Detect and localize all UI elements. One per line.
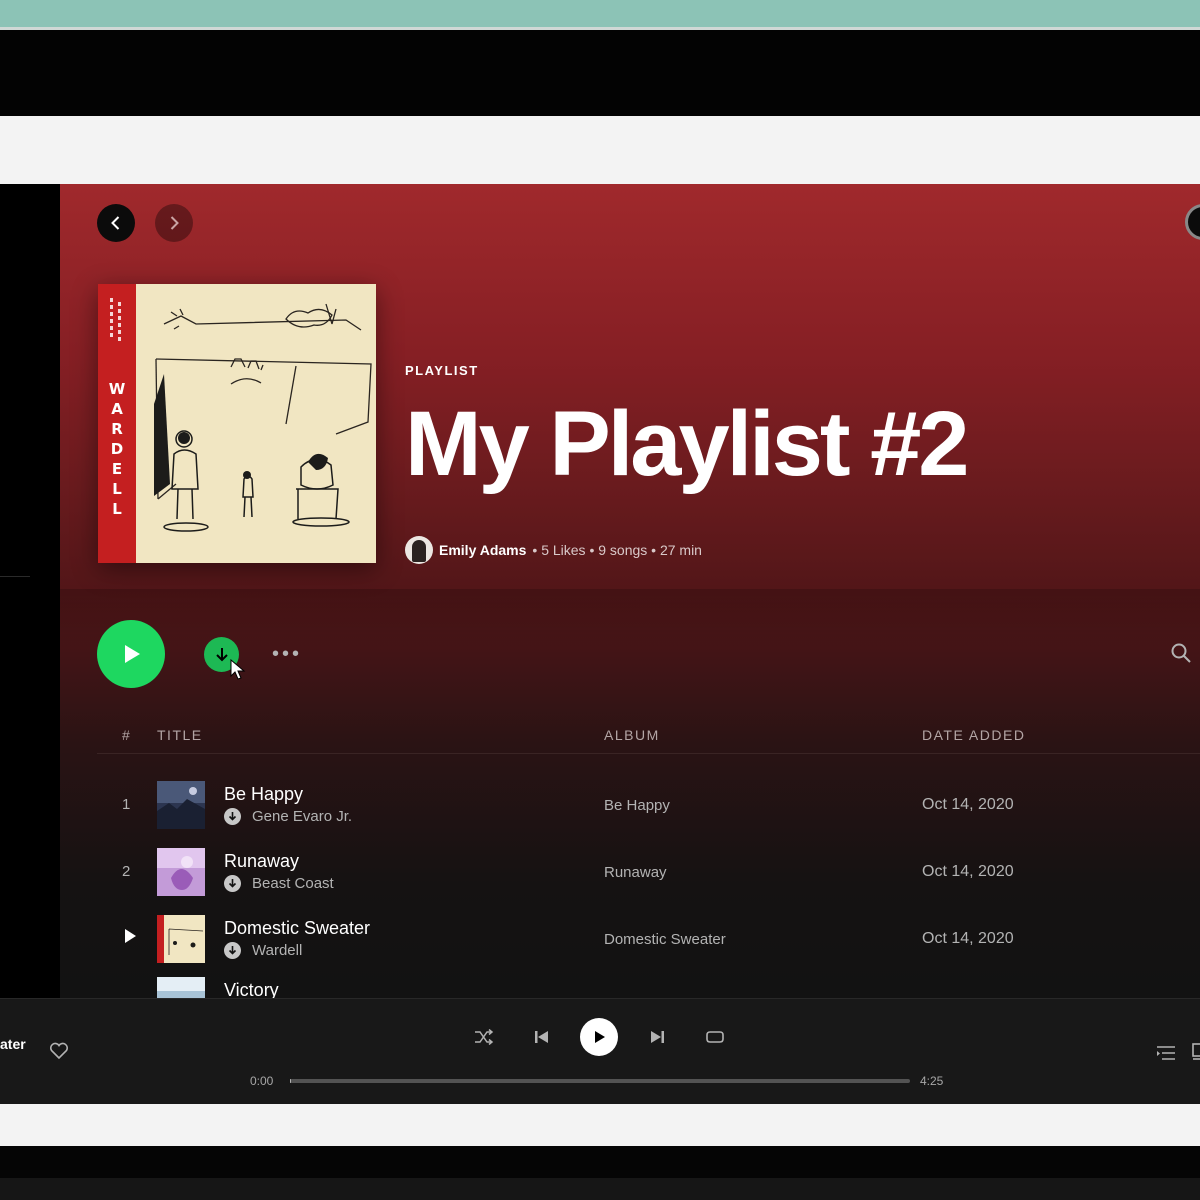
cover-small-print bbox=[110, 298, 121, 341]
column-title[interactable]: TITLE bbox=[157, 727, 203, 743]
track-row[interactable]: Victory bbox=[97, 970, 1200, 998]
downloaded-icon bbox=[224, 875, 241, 892]
cover-illustration bbox=[154, 303, 372, 532]
progress-fill bbox=[290, 1079, 292, 1083]
track-artist[interactable]: Gene Evaro Jr. bbox=[252, 808, 352, 825]
track-date-added: Oct 14, 2020 bbox=[922, 796, 1014, 813]
now-playing-title[interactable]: ater bbox=[0, 1036, 26, 1052]
time-total: 4:25 bbox=[920, 1074, 944, 1088]
track-album[interactable]: Domestic Sweater bbox=[604, 931, 726, 948]
more-options-button[interactable]: ••• bbox=[272, 644, 302, 664]
progress-bar[interactable] bbox=[290, 1079, 910, 1083]
track-album[interactable]: Be Happy bbox=[604, 797, 670, 814]
playlist-cover: WARDELL bbox=[98, 284, 376, 563]
chevron-left-icon bbox=[111, 216, 120, 230]
track-row[interactable]: Domestic Sweater Wardell Domestic Sweate… bbox=[97, 908, 1200, 968]
track-artist[interactable]: Beast Coast bbox=[252, 875, 334, 892]
track-number: 2 bbox=[122, 863, 131, 880]
playlist-view: WARDELL PLAYLIST My Playlist #2 Emily Ad… bbox=[60, 184, 1200, 998]
track-thumbnail bbox=[157, 915, 205, 963]
track-number: 1 bbox=[122, 796, 131, 813]
previous-icon[interactable] bbox=[533, 1029, 551, 1045]
track-album[interactable]: Runaway bbox=[604, 864, 667, 881]
track-title[interactable]: Be Happy bbox=[224, 784, 303, 805]
connect-device-icon[interactable] bbox=[1192, 1043, 1200, 1061]
owner-link[interactable]: Emily Adams bbox=[439, 542, 526, 558]
track-date-added: Oct 14, 2020 bbox=[922, 863, 1014, 880]
track-artist-line: Gene Evaro Jr. bbox=[224, 808, 352, 825]
next-icon[interactable] bbox=[648, 1029, 666, 1045]
download-icon bbox=[215, 647, 228, 661]
downloaded-icon bbox=[224, 942, 241, 959]
sidebar-divider bbox=[0, 576, 30, 577]
chevron-right-icon bbox=[170, 216, 179, 230]
search-icon[interactable] bbox=[1170, 642, 1192, 664]
playlist-kicker: PLAYLIST bbox=[405, 363, 479, 378]
column-number[interactable]: # bbox=[122, 727, 131, 743]
track-artist-line: Beast Coast bbox=[224, 875, 334, 892]
track-artist[interactable]: Wardell bbox=[252, 942, 302, 959]
downloaded-icon bbox=[224, 808, 241, 825]
video-letterbox-bottom bbox=[0, 1146, 1200, 1200]
owner-avatar bbox=[405, 536, 433, 564]
track-title[interactable]: Runaway bbox=[224, 851, 299, 872]
mouse-cursor-icon bbox=[230, 659, 246, 680]
action-bar: ••• bbox=[97, 620, 1200, 688]
heart-icon[interactable] bbox=[49, 1042, 69, 1060]
playlist-title: My Playlist #2 bbox=[405, 393, 969, 495]
track-table-header: # TITLE ALBUM DATE ADDED bbox=[97, 724, 1200, 754]
play-icon bbox=[125, 645, 140, 663]
window-chrome-top bbox=[0, 116, 1200, 184]
window-chrome-bottom bbox=[0, 1104, 1200, 1146]
user-menu-button[interactable] bbox=[1185, 204, 1200, 240]
spotify-app: WARDELL PLAYLIST My Playlist #2 Emily Ad… bbox=[0, 184, 1200, 1104]
cover-spine: WARDELL bbox=[98, 284, 136, 563]
repeat-icon[interactable] bbox=[705, 1029, 725, 1045]
forward-button[interactable] bbox=[155, 204, 193, 242]
track-thumbnail bbox=[157, 781, 205, 829]
play-icon bbox=[595, 1031, 605, 1043]
track-thumbnail bbox=[157, 848, 205, 896]
cover-artist-text: WARDELL bbox=[108, 380, 126, 518]
track-thumbnail bbox=[157, 977, 205, 998]
track-artist-line: Wardell bbox=[224, 942, 302, 959]
column-date-added[interactable]: DATE ADDED bbox=[922, 727, 1025, 743]
video-letterbox-top bbox=[0, 30, 1200, 116]
player-play-button[interactable] bbox=[580, 1018, 618, 1056]
track-row[interactable]: 1 Be Happy Gene Evaro Jr. Be Happy Oct 1… bbox=[97, 774, 1200, 834]
playlist-stats: • 5 Likes • 9 songs • 27 min bbox=[532, 542, 702, 558]
track-title[interactable]: Victory bbox=[224, 980, 279, 998]
play-button[interactable] bbox=[97, 620, 165, 688]
track-date-added: Oct 14, 2020 bbox=[922, 930, 1014, 947]
playlist-meta: Emily Adams • 5 Likes • 9 songs • 27 min bbox=[405, 536, 702, 564]
back-button[interactable] bbox=[97, 204, 135, 242]
shuffle-icon[interactable] bbox=[474, 1029, 494, 1045]
track-title[interactable]: Domestic Sweater bbox=[224, 918, 370, 939]
column-album[interactable]: ALBUM bbox=[604, 727, 660, 743]
time-elapsed: 0:00 bbox=[250, 1074, 274, 1088]
play-track-icon[interactable] bbox=[122, 928, 138, 944]
sidebar bbox=[0, 184, 60, 998]
queue-icon[interactable] bbox=[1156, 1045, 1176, 1061]
track-row[interactable]: 2 Runaway Beast Coast Runaway Oct 14, 20… bbox=[97, 841, 1200, 901]
window-top-strip bbox=[0, 0, 1200, 30]
player-bar: ater 0:00 4:25 bbox=[0, 998, 1200, 1104]
